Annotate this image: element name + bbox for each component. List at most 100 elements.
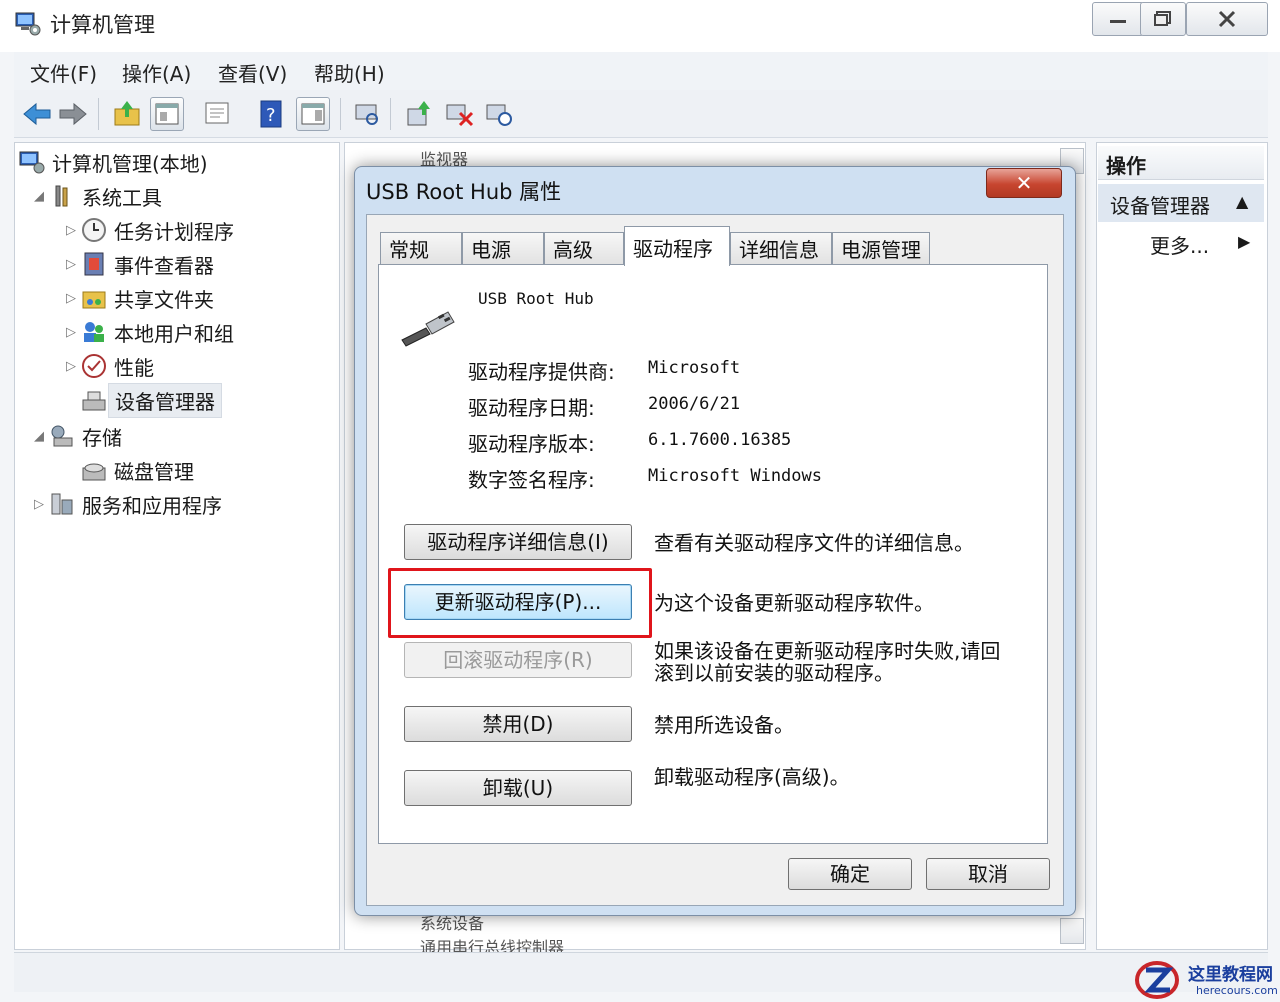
collapse-up-icon[interactable]: ▲: [1236, 192, 1248, 211]
up-folder-button[interactable]: [110, 97, 144, 131]
tab-general[interactable]: 常规: [380, 232, 462, 264]
device-name: USB Root Hub: [478, 289, 594, 308]
tree-item-storage[interactable]: ◢ 存储: [30, 420, 122, 452]
close-icon: [1218, 10, 1236, 28]
shared-folder-icon: [82, 291, 106, 309]
up-folder-icon: [114, 101, 140, 126]
tree-label: 存储: [82, 425, 122, 450]
watermark-name: 这里教程网: [1188, 965, 1273, 985]
expand-arrow-icon[interactable]: ▷: [62, 359, 80, 374]
driver-date-value: 2006/6/21: [648, 394, 741, 414]
menu-help[interactable]: 帮助(H): [314, 58, 385, 87]
close-window-button[interactable]: [1186, 2, 1268, 36]
ok-button[interactable]: 确定: [788, 858, 912, 890]
expand-arrow-icon[interactable]: ▷: [62, 223, 80, 238]
dialog-close-button[interactable]: ✕: [986, 168, 1062, 198]
tools-icon: [55, 185, 68, 207]
disable-button[interactable]: 禁用(D): [404, 706, 632, 742]
svg-text:?: ?: [266, 105, 276, 126]
computer-management-icon: [15, 12, 41, 36]
minimize-icon: [1110, 20, 1126, 23]
cancel-button[interactable]: 取消: [926, 858, 1050, 890]
disk-icon: [82, 463, 106, 481]
services-icon: [51, 493, 73, 515]
menu-file[interactable]: 文件(F): [30, 58, 97, 87]
tree-label: 性能: [114, 355, 154, 380]
collapse-arrow-icon[interactable]: ◢: [30, 429, 48, 444]
window-title: 计算机管理: [50, 13, 155, 37]
watermark-url: herecours.com: [1196, 984, 1278, 997]
tree-label: 事件查看器: [114, 253, 214, 278]
computer-management-icon: [19, 151, 45, 174]
tree-item-system-tools[interactable]: ◢ 系统工具: [30, 180, 162, 212]
show-hide-tree-button[interactable]: [150, 97, 184, 131]
expand-arrow-icon[interactable]: ▷: [62, 325, 80, 340]
storage-icon: [51, 425, 73, 447]
tree-item-shared-folders[interactable]: ▷ 共享文件夹: [62, 282, 214, 314]
back-button[interactable]: [20, 97, 54, 131]
driver-date-label: 驱动程序日期:: [468, 396, 595, 420]
action-group-label: 设备管理器: [1110, 194, 1210, 218]
driver-details-description: 查看有关驱动程序文件的详细信息。: [654, 531, 974, 555]
action-group-device-manager[interactable]: 设备管理器 ▲: [1098, 184, 1264, 222]
update-driver-icon: [407, 101, 430, 126]
tab-advanced[interactable]: 高级: [544, 232, 624, 264]
action-more-link[interactable]: 更多...: [1150, 230, 1209, 259]
tab-power-management[interactable]: 电源管理: [832, 232, 930, 264]
menu-view[interactable]: 查看(V): [218, 58, 287, 87]
driver-details-button[interactable]: 驱动程序详细信息(I): [404, 524, 632, 560]
tree-item-services-apps[interactable]: ▷ 服务和应用程序: [30, 488, 222, 520]
tree-item-root[interactable]: 计算机管理(本地): [18, 146, 208, 178]
menu-bar: 文件(F) 操作(A) 查看(V) 帮助(H): [14, 52, 1268, 90]
action-pane-title: 操作: [1106, 154, 1146, 178]
uninstall-device-button[interactable]: [482, 97, 516, 131]
forward-button[interactable]: [56, 97, 90, 131]
title-bar: 计算机管理: [0, 0, 1280, 52]
tab-driver[interactable]: 驱动程序: [624, 226, 730, 266]
minimize-button[interactable]: [1092, 2, 1144, 36]
collapse-arrow-icon[interactable]: ◢: [30, 189, 48, 204]
tree-label: 磁盘管理: [114, 459, 194, 484]
back-arrow-icon: [23, 102, 51, 126]
uninstall-button[interactable]: 卸载(U): [404, 770, 632, 806]
help-button[interactable]: ?: [254, 97, 288, 131]
show-hide-tree-icon: [155, 103, 179, 125]
expand-arrow-icon[interactable]: ▷: [62, 291, 80, 306]
digital-signer-label: 数字签名程序:: [468, 468, 595, 492]
expand-arrow-icon[interactable]: ▷: [30, 497, 48, 512]
scan-hardware-icon: [355, 104, 378, 125]
disable-device-icon: [446, 104, 474, 127]
restore-icon: [1154, 11, 1171, 26]
show-hide-action-pane-button[interactable]: [296, 97, 330, 131]
scroll-down-button[interactable]: [1060, 918, 1084, 944]
tree-label: 设备管理器: [108, 382, 222, 418]
tree-item-task-scheduler[interactable]: ▷ 任务计划程序: [62, 214, 234, 246]
menu-action[interactable]: 操作(A): [122, 58, 191, 87]
tab-power[interactable]: 电源: [462, 232, 544, 264]
tab-details[interactable]: 详细信息: [730, 232, 832, 264]
status-bar: [14, 952, 1268, 992]
users-icon: [84, 322, 104, 342]
tree-item-disk-management[interactable]: 磁盘管理: [62, 454, 194, 486]
properties-button[interactable]: [200, 97, 234, 131]
maximize-button[interactable]: [1140, 2, 1186, 36]
action-pane: [1096, 142, 1268, 950]
tree-item-event-viewer[interactable]: ▷ 事件查看器: [62, 248, 214, 280]
update-driver-button[interactable]: [402, 97, 436, 131]
tree-item-local-users[interactable]: ▷ 本地用户和组: [62, 316, 234, 348]
dialog-title: USB Root Hub 属性: [366, 180, 562, 204]
submenu-arrow-icon[interactable]: ▶: [1238, 232, 1250, 251]
driver-provider-value: Microsoft: [648, 358, 741, 378]
roll-back-driver-description: 如果该设备在更新驱动程序时失败,请回滚到以前安装的驱动程序。: [654, 639, 1001, 685]
tree-item-device-manager[interactable]: 设备管理器: [62, 382, 222, 418]
toolbar-separator: [340, 98, 341, 130]
clock-icon: [82, 218, 106, 242]
tree-item-performance[interactable]: ▷ 性能: [62, 350, 154, 382]
properties-icon: [205, 102, 229, 124]
roll-back-driver-button: 回滚驱动程序(R): [404, 642, 632, 678]
tree-label: 本地用户和组: [114, 321, 234, 346]
expand-arrow-icon[interactable]: ▷: [62, 257, 80, 272]
usb-plug-icon: [401, 311, 455, 347]
disable-device-button[interactable]: [442, 97, 476, 131]
scan-hardware-button[interactable]: [350, 97, 384, 131]
